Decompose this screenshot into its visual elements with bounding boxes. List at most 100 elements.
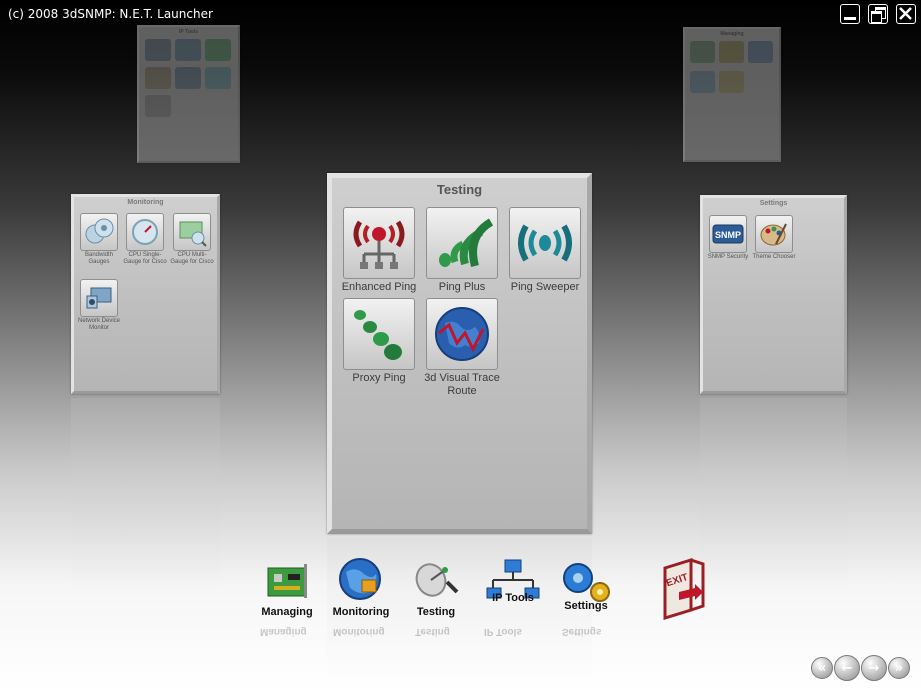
tile-placeholder-icon [145,39,171,61]
monitoring-panel-reflection [71,398,220,598]
tile-placeholder-icon [205,39,231,61]
tile-frame [426,207,498,279]
tile-label: Proxy Ping [352,372,406,384]
previous-page-button[interactable]: ← [834,655,860,681]
tile-placeholder-icon [175,39,201,61]
settings-panel-title: Settings [759,200,788,207]
managing-panel-back[interactable]: Managing [683,27,781,162]
dock-reflection-managing: Managing [260,626,307,637]
testing-satellite-dish-icon [415,563,459,597]
network-device-monitor-tile[interactable]: Network Device Monitor [77,279,121,332]
dock-reflection-monitoring: Monitoring [333,626,385,637]
tile-placeholder-icon [205,67,231,89]
dock-exit[interactable]: EXIT [660,557,708,624]
tile-label: CPU Single-Gauge for Cisco [123,252,167,265]
minimize-button[interactable] [840,4,860,24]
tile-label: Bandwidth Gauges [84,252,114,265]
tile-label: CPU Multi-Gauge for Cisco [170,252,214,265]
dock-ip-tools[interactable]: IP Tools [480,558,546,604]
dock-settings[interactable]: Settings [553,558,619,612]
tile-placeholder-icon [145,67,171,89]
bandwidth-gauge-icon [85,218,114,244]
tile-frame [343,298,415,370]
tile-placeholder-icon [719,71,744,93]
exit-door-icon: EXIT [663,557,705,621]
first-page-button[interactable]: « [811,657,833,679]
trace-route-globe-icon [435,307,489,361]
monitoring-panel[interactable]: Monitoring Bandwidth Gauges CPU Single-G… [71,194,220,394]
dock-reflection-settings: Settings [562,626,602,637]
dock-monitoring[interactable]: Monitoring [330,556,392,618]
tile-placeholder-icon [145,95,171,117]
settings-panel[interactable]: Settings SNMP SNMP Security Theme Choose… [700,195,847,394]
tile-label: Network Device Monitor [77,318,120,331]
settings-panel-reflection [700,398,847,597]
launcher-stage: (c) 2008 3dSNMP: N.E.T. Launcher IP Tool… [0,0,921,691]
tile-frame [173,213,211,251]
dock-testing[interactable]: Testing [406,560,466,618]
tile-label: SNMP Security [707,254,749,260]
cpu-single-gauge-tile[interactable]: CPU Single-Gauge for Cisco [123,213,167,266]
dock-reflection-testing: Testing [415,626,450,637]
window-title: (c) 2008 3dSNMP: N.E.T. Launcher [8,7,213,21]
ip-tools-panel-back[interactable]: IP Tools [137,25,240,163]
close-icon [899,7,912,20]
ping-sweeper-icon [518,224,572,262]
managing-icon-grid [690,41,776,93]
last-page-button[interactable]: » [888,657,910,679]
network-device-monitor-icon [86,287,112,309]
managing-panel-title: Managing [720,31,744,37]
tile-frame [343,207,415,279]
tile-placeholder-icon [719,41,744,63]
tile-placeholder-icon [690,41,715,63]
tile-label: Enhanced Ping [341,281,417,293]
tile-frame [755,215,793,253]
right-arrow-icon: → [868,660,880,676]
ping-plus-tile[interactable]: Ping Plus [421,207,503,294]
minimize-icon [844,17,856,20]
cpu-single-gauge-icon [132,219,158,245]
tile-frame [509,207,581,279]
testing-panel[interactable]: Testing Enhanced Ping Ping Plus Ping Swe… [327,173,592,534]
enhanced-ping-tile[interactable]: Enhanced Ping [338,207,420,294]
cpu-multi-gauge-tile[interactable]: CPU Multi-Gauge for Cisco [169,213,215,266]
tile-frame: SNMP [709,215,747,253]
proxy-ping-tile[interactable]: Proxy Ping [338,298,420,385]
tile-placeholder-icon [690,71,715,93]
managing-circuit-board-icon [267,564,307,598]
svg-text:SNMP: SNMP [715,230,741,240]
left-arrow-icon: ← [841,660,853,676]
visual-trace-route-tile[interactable]: 3d Visual Trace Route [421,298,503,397]
next-page-button[interactable]: → [861,655,887,681]
double-right-arrow-icon: » [894,660,904,676]
tile-label: Theme Chooser [752,254,796,260]
bandwidth-gauges-tile[interactable]: Bandwidth Gauges [77,213,121,266]
dock-managing[interactable]: Managing [258,560,316,618]
settings-gears-icon [563,563,610,602]
proxy-ping-icon [354,310,402,360]
enhanced-ping-icon [353,220,405,269]
snmp-security-icon: SNMP [712,224,744,244]
theme-chooser-icon [760,223,787,246]
tile-label: Ping Plus [438,281,486,293]
theme-chooser-tile[interactable]: Theme Chooser [752,215,796,261]
tile-frame [80,279,118,317]
dock-label: Monitoring [332,606,390,618]
tile-frame [80,213,118,251]
dock-label: Testing [416,606,456,618]
testing-panel-title: Testing [436,182,483,197]
tile-label: Ping Sweeper [510,281,580,293]
tile-placeholder-icon [175,67,201,89]
snmp-security-tile[interactable]: SNMP SNMP Security [706,215,750,261]
dock-reflection-ip-tools: IP Tools [484,626,522,637]
double-left-arrow-icon: « [817,660,827,676]
title-bar: (c) 2008 3dSNMP: N.E.T. Launcher [0,0,921,28]
restore-button[interactable] [868,4,888,24]
dock-label: Managing [261,606,313,618]
tile-label: 3d Visual Trace Route [424,372,500,397]
ip-tools-icon-grid [145,39,233,117]
ping-sweeper-tile[interactable]: Ping Sweeper [504,207,586,294]
tile-frame [126,213,164,251]
close-button[interactable] [896,4,916,24]
ip-tools-panel-title: IP Tools [179,29,198,35]
